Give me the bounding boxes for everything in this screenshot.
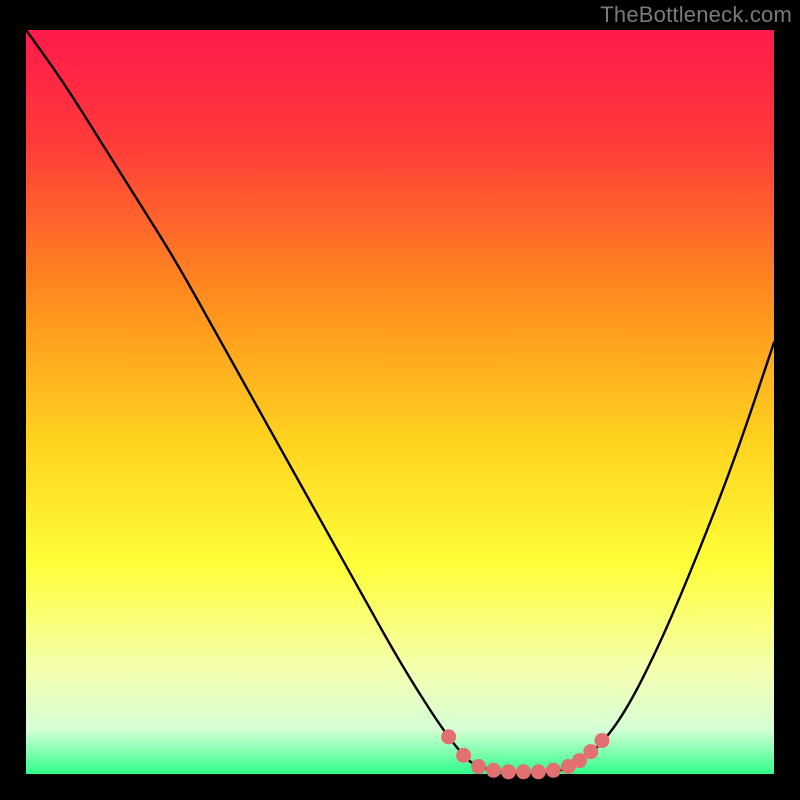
curve-marker — [441, 729, 456, 744]
curve-marker — [546, 763, 561, 778]
curve-marker — [501, 764, 516, 779]
curve-marker — [516, 764, 531, 779]
watermark-text: TheBottleneck.com — [600, 2, 792, 28]
curve-marker — [486, 763, 501, 778]
chart-stage: TheBottleneck.com — [0, 0, 800, 800]
curve-marker — [583, 744, 598, 759]
curve-marker — [594, 733, 609, 748]
curve-marker — [471, 759, 486, 774]
bottleneck-chart — [0, 0, 800, 800]
curve-marker — [531, 764, 546, 779]
curve-marker — [456, 748, 471, 763]
